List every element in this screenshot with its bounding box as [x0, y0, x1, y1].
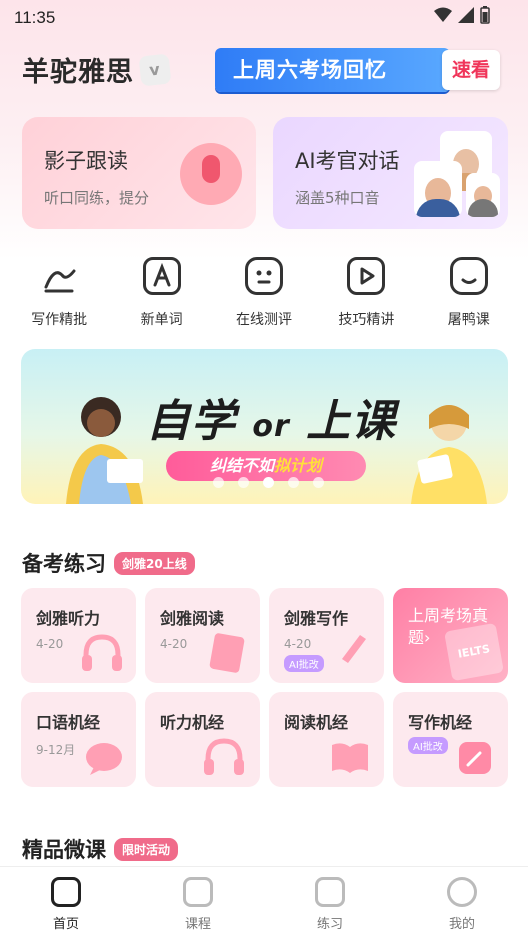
micro-course-header: 精品微课 限时活动: [22, 834, 179, 864]
tile-title: 阅读机经: [284, 713, 349, 732]
banner-sub-a: 纠结不如: [209, 456, 274, 475]
play-video-icon: [347, 257, 386, 295]
tile-reading-bank[interactable]: 阅读机经: [269, 692, 384, 787]
wifi-icon: [434, 7, 452, 22]
examiner-avatar-male: [414, 161, 462, 217]
limited-event-badge: 限时活动: [114, 837, 179, 861]
entry-label: 写作精批: [31, 312, 88, 328]
carousel-dot-active[interactable]: [263, 477, 274, 488]
ai-review-tag: AI批改: [284, 655, 324, 672]
tab-profile[interactable]: 我的: [396, 867, 528, 939]
promo-text: 上周六考场回忆: [215, 48, 450, 92]
vip-badge[interactable]: v: [138, 53, 172, 86]
speech-bubble-icon: [86, 743, 122, 775]
bag-icon: [183, 877, 213, 907]
practice-badge: 剑雅20上线: [114, 551, 195, 575]
robot-face-icon: [244, 257, 283, 295]
ai-review-tag: AI批改: [408, 737, 448, 754]
entry-duck-course[interactable]: 屠鸭课: [424, 257, 514, 329]
ielts-book-icon: IELTS: [444, 622, 504, 682]
entry-writing-review[interactable]: 写作精批: [14, 257, 104, 329]
home-icon: [51, 877, 81, 907]
chevron-right-icon: ›: [424, 628, 431, 647]
tile-title: 口语机经: [36, 713, 101, 732]
banner-title: 自学 or 上课: [146, 385, 396, 449]
carousel-dot[interactable]: [288, 477, 299, 488]
quick-entry-row: 写作精批 新单词 在线测评 技巧精讲 屠鸭课: [0, 257, 528, 329]
microphone-icon: [180, 143, 242, 205]
bottom-tab-bar: 首页 课程 练习 我的: [0, 866, 528, 939]
banner-title-a: 自学: [146, 396, 236, 447]
letter-a-icon: [142, 257, 181, 295]
banner-title-b: 上课: [306, 396, 397, 447]
book-icon: [315, 877, 345, 907]
tile-last-week-exam[interactable]: 上周考场真题› IELTS: [393, 588, 508, 683]
tab-label: 练习: [316, 917, 343, 932]
tab-practice[interactable]: 练习: [264, 867, 396, 939]
entry-new-words[interactable]: 新单词: [117, 257, 207, 329]
tab-label: 课程: [184, 917, 211, 932]
tab-label: 我的: [448, 917, 475, 932]
tile-cambridge-writing[interactable]: 剑雅写作 4-20 AI批改: [269, 588, 384, 683]
status-icons: [434, 6, 490, 24]
entry-label: 技巧精讲: [338, 312, 395, 328]
shadowing-card[interactable]: 影子跟读 听口同练，提分: [22, 117, 256, 229]
tile-speaking-bank[interactable]: 口语机经 9-12月: [21, 692, 136, 787]
signal-icon: [458, 7, 474, 23]
app-brand: 羊驼雅思 v: [22, 50, 172, 89]
tab-home[interactable]: 首页: [0, 867, 132, 939]
tile-title: 听力机经: [160, 713, 225, 732]
promo-view-button[interactable]: 速看: [442, 50, 500, 90]
pen-icon: [342, 635, 366, 663]
smiley-icon: [447, 877, 477, 907]
carousel-dots: [213, 477, 324, 488]
battery-icon: [480, 6, 490, 24]
pen-signature-icon: [40, 257, 78, 295]
practice-section-header: 备考练习 剑雅20上线: [22, 548, 195, 578]
micro-course-title: 精品微课: [22, 838, 106, 862]
carousel-dot[interactable]: [313, 477, 324, 488]
entry-label: 新单词: [140, 312, 183, 328]
entry-online-test[interactable]: 在线测评: [219, 257, 309, 329]
camera-icon: [449, 257, 488, 295]
tab-label: 首页: [52, 917, 79, 932]
tile-title: 剑雅听力: [36, 609, 101, 628]
teacher-illustration: [411, 405, 487, 504]
student-illustration: [66, 397, 143, 504]
examiner-avatar-male-2: [466, 173, 500, 217]
carousel-dot[interactable]: [238, 477, 249, 488]
tile-listening-bank[interactable]: 听力机经: [145, 692, 260, 787]
headphones-icon: [82, 634, 122, 671]
tile-title: 写作机经: [408, 713, 473, 732]
tile-cambridge-reading[interactable]: 剑雅阅读 4-20: [145, 588, 260, 683]
promo-carousel[interactable]: 自学 or 上课 纠结不如拟计划: [21, 349, 508, 504]
tile-title: 剑雅阅读: [160, 609, 225, 628]
exam-recall-banner[interactable]: 上周六考场回忆 速看: [215, 46, 500, 94]
practice-title: 备考练习: [22, 552, 106, 576]
notebook-icon: [209, 633, 245, 673]
banner-sub-b: 拟计划: [274, 456, 323, 475]
banner-title-or: or: [252, 409, 290, 444]
entry-label: 在线测评: [235, 312, 292, 328]
headphones-icon: [204, 738, 244, 775]
edit-icon: [459, 742, 491, 774]
open-book-icon: [332, 743, 368, 773]
tile-cambridge-listening[interactable]: 剑雅听力 4-20: [21, 588, 136, 683]
tab-courses[interactable]: 课程: [132, 867, 264, 939]
entry-label: 屠鸭课: [447, 312, 490, 328]
brand-name: 羊驼雅思: [22, 57, 134, 88]
status-time: 11:35: [14, 8, 56, 27]
entry-skills[interactable]: 技巧精讲: [321, 257, 411, 329]
ai-examiner-card[interactable]: AI考官对话 涵盖5种口音: [273, 117, 508, 229]
tile-writing-bank[interactable]: 写作机经 AI批改: [393, 692, 508, 787]
carousel-dot[interactable]: [213, 477, 224, 488]
tile-title: 剑雅写作: [284, 609, 349, 628]
